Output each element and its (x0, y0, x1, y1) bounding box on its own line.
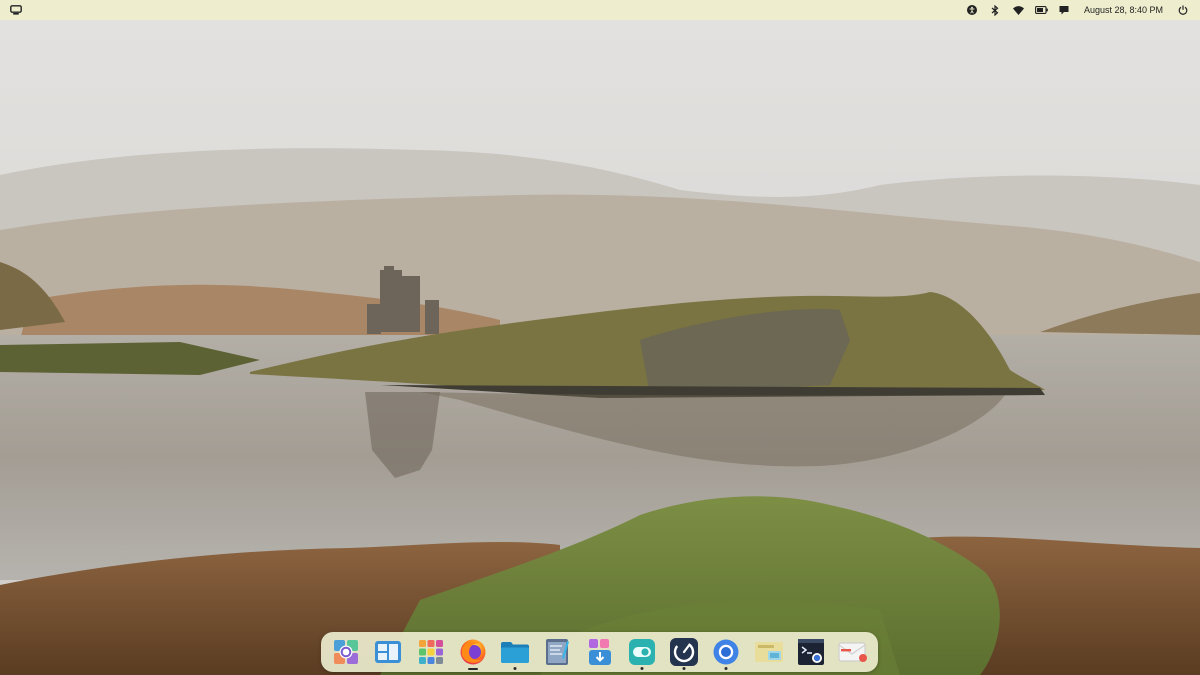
text-editor-icon (546, 639, 570, 665)
running-indicator (467, 668, 478, 670)
running-indicator (682, 667, 686, 670)
dock-item-screenshot-tool[interactable] (750, 632, 788, 672)
dock-item-text-editor[interactable] (538, 632, 576, 672)
dock-item-settings-toggle[interactable] (623, 632, 661, 672)
notifications-icon[interactable] (1053, 0, 1076, 20)
dock (321, 632, 878, 672)
workspaces-icon[interactable] (4, 0, 27, 20)
screenshot-tool-icon (754, 642, 783, 662)
files-icon (501, 642, 529, 663)
desktop-wallpaper (0, 0, 1200, 675)
dock-item-system-monitor[interactable] (665, 632, 703, 672)
dock-item-files[interactable] (496, 632, 534, 672)
running-indicator (724, 667, 728, 670)
dock-item-firefox[interactable] (454, 632, 492, 672)
firefox-icon (460, 639, 486, 665)
app-grid-icon (418, 640, 443, 664)
running-indicator (513, 667, 517, 670)
software-store-icon (588, 639, 611, 665)
dock-item-workspaces[interactable] (369, 632, 407, 672)
launcher-icon (334, 640, 358, 664)
dock-item-terminal[interactable] (792, 632, 830, 672)
dock-item-software-store[interactable] (581, 632, 619, 672)
bluetooth-icon[interactable] (984, 0, 1007, 20)
dock-item-mail-client[interactable] (834, 632, 872, 672)
settings-toggle-icon (628, 639, 655, 665)
power-icon[interactable] (1171, 0, 1194, 20)
workspaces-overview-icon (375, 641, 402, 663)
wifi-icon[interactable] (1007, 0, 1030, 20)
clock[interactable]: August 28, 8:40 PM (1084, 5, 1163, 15)
mail-client-icon (838, 642, 867, 662)
running-indicator (640, 667, 644, 670)
accessibility-icon[interactable] (961, 0, 984, 20)
dock-item-chromium[interactable] (707, 632, 745, 672)
dock-item-app-grid[interactable] (412, 632, 450, 672)
terminal-icon (797, 639, 824, 665)
dock-item-launcher[interactable] (327, 632, 365, 672)
battery-icon[interactable] (1030, 0, 1053, 20)
system-monitor-icon (670, 638, 698, 666)
top-panel: August 28, 8:40 PM (0, 0, 1200, 20)
chromium-icon (713, 639, 739, 665)
